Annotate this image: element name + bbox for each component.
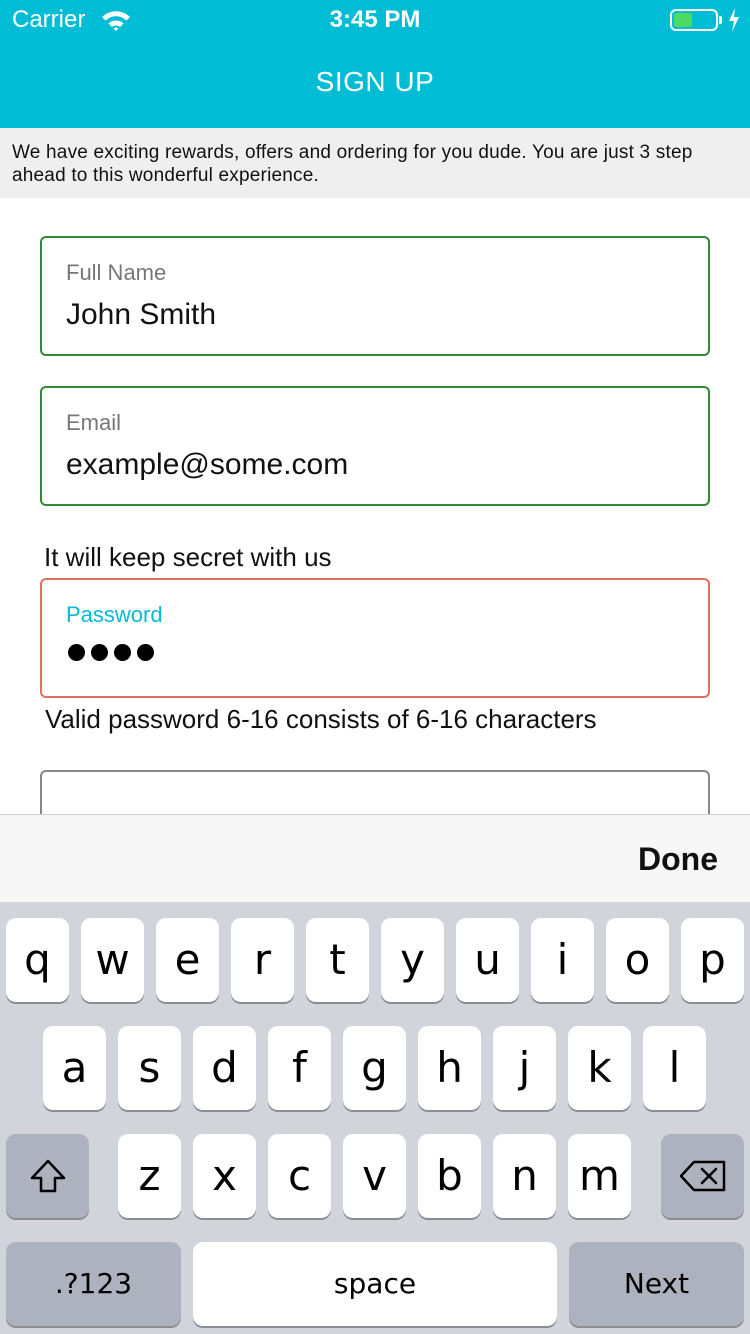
key-label: w [95, 935, 130, 984]
page-title: SIGN UP [315, 66, 435, 97]
key-u[interactable]: u [456, 918, 519, 1002]
status-bar: Carrier 3:45 PM [0, 0, 750, 40]
key-label: z [138, 1151, 161, 1200]
key-g[interactable]: g [343, 1026, 406, 1110]
password-dot [137, 644, 154, 661]
key-q[interactable]: q [6, 918, 69, 1002]
key-label: b [436, 1151, 463, 1200]
key-k[interactable]: k [568, 1026, 631, 1110]
battery-tip [719, 16, 722, 24]
key-label: n [511, 1151, 538, 1200]
key-l[interactable]: l [643, 1026, 706, 1110]
password-hint: Valid password 6-16 consists of 6-16 cha… [45, 704, 597, 734]
key-j[interactable]: j [493, 1026, 556, 1110]
key-e[interactable]: e [156, 918, 219, 1002]
key-label: f [292, 1043, 307, 1092]
email-value: example@some.com [66, 448, 349, 481]
key-o[interactable]: o [606, 918, 669, 1002]
space-key[interactable]: space [193, 1242, 557, 1326]
key-label: y [400, 935, 425, 984]
key-label: r [253, 935, 272, 984]
keyboard: .?123 space Next qwe r t yu i op a s d f gh j k l z x c v… [0, 902, 750, 1334]
shift-key[interactable] [6, 1134, 89, 1218]
password-label: Password [66, 602, 163, 627]
key-label: q [24, 935, 51, 984]
battery-icon [670, 9, 718, 31]
shift-icon [30, 1159, 65, 1193]
space-key-label: space [333, 1267, 417, 1300]
numbers-key-label: .?123 [54, 1267, 133, 1300]
key-label: o [624, 935, 651, 984]
key-d[interactable]: d [193, 1026, 256, 1110]
key-label: e [174, 935, 201, 984]
key-label: p [699, 935, 726, 984]
key-label: k [587, 1043, 612, 1092]
delete-icon [679, 1160, 725, 1192]
key-x[interactable]: x [193, 1134, 256, 1218]
email-field[interactable]: Email example@some.com [40, 386, 710, 506]
key-label: x [212, 1151, 237, 1200]
full-name-label: Full Name [66, 260, 167, 285]
key-a[interactable]: a [43, 1026, 106, 1110]
key-v[interactable]: v [343, 1134, 406, 1218]
key-label: d [211, 1043, 238, 1092]
charging-bolt-icon [729, 8, 739, 32]
key-label: l [668, 1043, 681, 1092]
key-t[interactable]: t [306, 918, 369, 1002]
done-button[interactable]: Done [638, 841, 718, 878]
key-c[interactable]: c [268, 1134, 331, 1218]
key-b[interactable]: b [418, 1134, 481, 1218]
key-label: h [436, 1043, 463, 1092]
key-p[interactable]: p [681, 918, 744, 1002]
key-label: v [362, 1151, 387, 1200]
key-i[interactable]: i [531, 918, 594, 1002]
key-z[interactable]: z [118, 1134, 181, 1218]
secret-note: It will keep secret with us [44, 542, 332, 572]
key-label: a [61, 1043, 88, 1092]
keyboard-accessory-bar: Done [0, 814, 750, 902]
key-f[interactable]: f [268, 1026, 331, 1110]
key-label: s [138, 1043, 161, 1092]
key-label: g [361, 1043, 388, 1092]
numbers-key[interactable]: .?123 [6, 1242, 181, 1326]
key-label: j [518, 1043, 531, 1092]
key-y[interactable]: y [381, 918, 444, 1002]
key-h[interactable]: h [418, 1026, 481, 1110]
key-w[interactable]: w [81, 918, 144, 1002]
key-label: i [556, 935, 569, 984]
clock-time: 3:45 PM [329, 6, 421, 33]
full-name-field[interactable]: Full Name John Smith [40, 236, 710, 356]
delete-key[interactable] [661, 1134, 744, 1218]
key-s[interactable]: s [118, 1026, 181, 1110]
password-dot [114, 644, 131, 661]
full-name-value: John Smith [66, 298, 217, 331]
password-masked-value [68, 644, 154, 661]
key-label: m [579, 1151, 620, 1200]
key-n[interactable]: n [493, 1134, 556, 1218]
header-bar: Carrier 3:45 PM SIGN UP [0, 0, 750, 128]
next-key-label: Next [623, 1267, 690, 1300]
key-label: u [474, 935, 501, 984]
key-label: c [287, 1151, 312, 1200]
email-label: Email [66, 410, 122, 435]
intro-banner: We have exciting rewards, offers and ord… [0, 128, 750, 198]
key-m[interactable]: m [568, 1134, 631, 1218]
next-key[interactable]: Next [569, 1242, 744, 1326]
battery-level-fill [674, 13, 692, 27]
password-dot [68, 644, 85, 661]
key-r[interactable]: r [231, 918, 294, 1002]
password-dot [91, 644, 108, 661]
password-field[interactable]: Password [40, 578, 710, 698]
key-label: t [329, 935, 346, 984]
